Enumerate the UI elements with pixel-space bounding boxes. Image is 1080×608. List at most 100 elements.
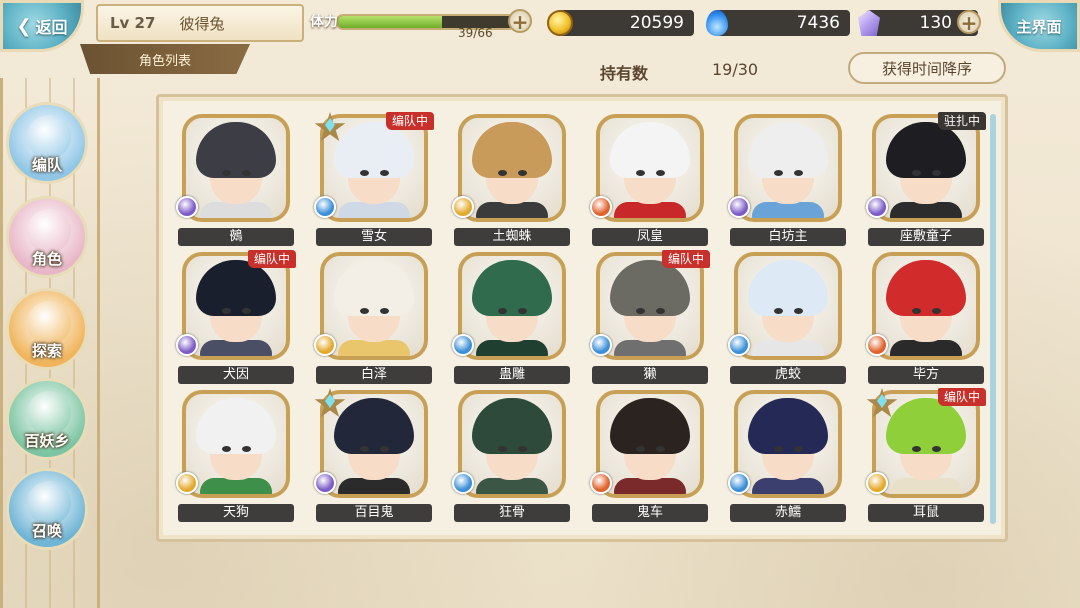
sidebar-item-1[interactable]: 角色 [6,196,88,278]
soul-value: 7436 [796,13,840,33]
character-card[interactable]: 编队中犬因 [176,250,296,384]
character-name: 土蜘蛛 [454,228,570,246]
character-card[interactable]: 鬼车 [590,388,710,522]
character-name: 鬼车 [592,504,708,522]
character-card[interactable]: 编队中 雪女 [314,112,434,246]
character-card[interactable]: 蛊雕 [452,250,572,384]
character-name: 蛊雕 [454,366,570,384]
status-badge: 驻扎中 [937,112,986,130]
sort-button[interactable]: 获得时间降序 [848,52,1006,84]
stamina-value: 39/66 [458,26,493,40]
character-card[interactable]: 白坊主 [728,112,848,246]
character-name: 狂骨 [454,504,570,522]
character-portrait [458,114,566,222]
character-name: 白泽 [316,366,432,384]
gold-counter: 20599 [556,10,694,36]
owned-label: 持有数 [600,64,649,83]
character-name: 百目鬼 [316,504,432,522]
chevron-left-icon: ❮ [16,15,32,37]
sidebar-item-label: 召唤 [31,522,62,540]
character-portrait [458,252,566,360]
sidebar-item-3[interactable]: 百妖乡 [6,378,88,460]
character-name: 凤皇 [592,228,708,246]
character-card[interactable]: 虎蛟 [728,250,848,384]
scrollbar-thumb[interactable] [990,114,996,524]
character-card[interactable]: 鵺 [176,112,296,246]
character-portrait [458,390,566,498]
tab-roster[interactable]: 角色列表 [80,44,250,74]
village-icon [27,391,71,435]
character-card[interactable]: 编队中耳鼠 [866,388,986,522]
character-portrait [182,390,290,498]
character-card[interactable]: 百目鬼 [314,388,434,522]
purple-element-icon [314,472,336,494]
status-badge: 编队中 [661,250,710,268]
orange-element-icon [590,196,612,218]
character-name: 鵺 [178,228,294,246]
character-portrait [320,114,428,222]
yellow-element-icon [866,472,888,494]
purple-element-icon [176,334,198,356]
yellow-element-icon [452,196,474,218]
character-card[interactable]: 凤皇 [590,112,710,246]
add-gem-button[interactable]: + [957,10,981,34]
character-name: 赤鱬 [730,504,846,522]
explore-icon [27,301,71,345]
sidebar-item-4[interactable]: 召唤 [6,468,88,550]
status-badge: 编队中 [247,250,296,268]
sidebar-item-label: 角色 [31,250,62,268]
add-stamina-button[interactable]: + [508,9,532,33]
sidebar-item-label: 百妖乡 [24,432,70,450]
character-portrait [596,252,704,360]
soul-flame-icon [706,10,728,36]
character-card[interactable]: 天狗 [176,388,296,522]
sidebar-item-2[interactable]: 探索 [6,288,88,370]
character-portrait [596,114,704,222]
character-card[interactable]: 编队中獭 [590,250,710,384]
gem-value: 130 [919,13,952,33]
player-info: Lv 27 彼得兔 [96,4,304,42]
character-card[interactable]: 狂骨 [452,388,572,522]
character-name: 虎蛟 [730,366,846,384]
sidebar-item-label: 探索 [31,342,62,360]
character-name: 耳鼠 [868,504,984,522]
sidebar-item-0[interactable]: 编队 [6,102,88,184]
grid-scrollbar[interactable] [990,114,996,524]
character-name: 犬因 [178,366,294,384]
stamina-label: 体力 [310,14,338,30]
character-portrait [596,390,704,498]
character-card[interactable]: 白泽 [314,250,434,384]
purple-element-icon [176,196,198,218]
player-level: Lv 27 [110,14,156,32]
back-label: 返回 [35,18,68,37]
character-portrait [872,252,980,360]
character-card[interactable]: 土蜘蛛 [452,112,572,246]
soul-counter: 7436 [714,10,850,36]
character-portrait [872,390,980,498]
blue-element-icon [452,334,474,356]
character-name: 獭 [592,366,708,384]
gold-value: 20599 [629,13,684,33]
purple-element-icon [866,196,888,218]
purple-element-icon [728,196,750,218]
character-card[interactable]: 驻扎中 座敷童子 [866,112,986,246]
status-badge: 编队中 [937,388,986,406]
owned-count: 19/30 [712,60,759,79]
character-portrait [734,390,842,498]
stamina-fill [338,16,442,28]
stamina-bar: 体力 39/66 [308,8,530,40]
team-icon [27,115,71,159]
character-portrait [320,252,428,360]
character-portrait [872,114,980,222]
blue-element-icon [590,334,612,356]
character-card[interactable]: 赤鱬 [728,388,848,522]
character-icon [27,209,71,253]
character-portrait [734,252,842,360]
character-portrait [182,252,290,360]
blue-element-icon [728,334,750,356]
sidebar-item-label: 编队 [31,156,62,174]
character-card[interactable]: 毕方 [866,250,986,384]
character-name: 天狗 [178,504,294,522]
yellow-element-icon [176,472,198,494]
character-name: 白坊主 [730,228,846,246]
